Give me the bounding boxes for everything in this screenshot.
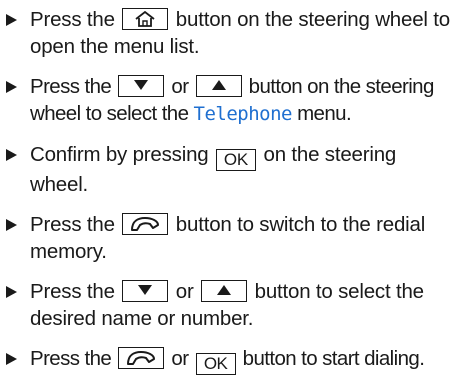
step-select-telephone: Press the or button on the steering whee… [0,73,464,128]
phone-handset-icon [131,217,160,231]
step-text-after: button to start dialing. [242,347,425,370]
down-arrow-icon [134,80,149,90]
down-arrow-icon [138,285,153,295]
step-select-name: Press the or button to select the desire… [0,278,464,332]
up-arrow-icon [217,285,232,295]
step-confirm-ok: Confirm by pressing OK on the steering w… [0,141,464,198]
down-button-key [122,280,169,302]
up-arrow-icon [211,80,226,90]
up-button-key [201,280,248,302]
up-button-key [195,75,242,97]
step-text-or: or [171,347,189,370]
step-text-before: Confirm by pressing [30,143,209,166]
step-text-before: Press the [30,280,115,303]
phone-button-key [118,347,165,369]
home-icon [135,11,155,27]
bullet-arrow [6,149,17,161]
down-button-key [118,75,165,97]
home-button-key [122,8,169,30]
bullet-arrow [6,286,17,298]
bullet-arrow [6,353,17,365]
step-start-dialing: Press the or OK button to start dialing. [0,345,464,375]
step-text-before: Press the [30,8,115,31]
bullet-arrow [6,14,17,26]
step-redial-memory: Press the button to switch to the redial… [0,211,464,265]
instruction-list: Press the button on the steering wheel t… [0,0,464,375]
step-text-or: or [175,280,194,303]
phone-button-key [122,213,169,235]
ok-button-key: OK [216,149,256,171]
step-text-or: or [171,75,189,98]
step-text-suffix: menu. [297,102,352,125]
step-open-menu: Press the button on the steering wheel t… [0,6,464,60]
step-text-before: Press the [30,213,115,236]
bullet-arrow [6,219,17,231]
bullet-arrow [6,81,17,93]
step-text-before: Press the [30,347,112,370]
phone-handset-icon [127,351,156,365]
step-text-before: Press the [30,75,112,98]
telephone-menu-name: Telephone [193,103,293,125]
ok-button-key: OK [195,353,236,375]
